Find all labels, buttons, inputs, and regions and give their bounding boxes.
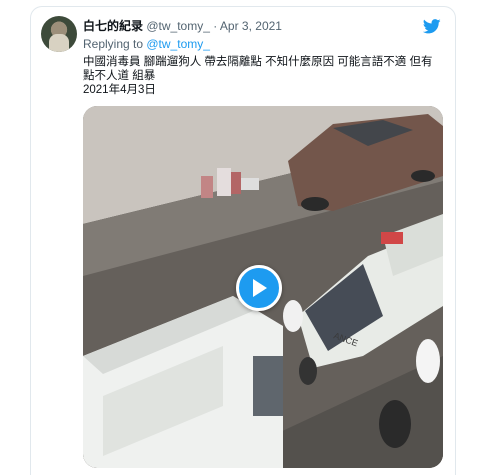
display-name[interactable]: 白七的紀录 [83,19,143,33]
reply-prefix: Replying to [83,37,147,51]
play-button[interactable] [236,265,282,311]
play-icon [253,279,267,297]
reply-context: Replying to @tw_tomy_ [83,37,210,51]
tweet-header: 白七的紀录 @tw_tomy_ · Apr 3, 2021 [83,19,282,34]
tweet-text-line: 2021年4月3日 [83,84,156,96]
avatar[interactable] [41,16,77,52]
tweet-text: 中國消毒員 腳踹遛狗人 帶去隔離點 不知什麼原因 可能言語不適 但有 點不人道 … [83,55,443,97]
reply-handle-link[interactable]: @tw_tomy_ [146,37,210,51]
separator-dot: · [213,19,218,33]
tweet-text-line: 點不人道 組暴 [83,70,156,82]
tweet-card[interactable]: 白七的紀录 @tw_tomy_ · Apr 3, 2021 Replying t… [30,6,456,475]
handle[interactable]: @tw_tomy_ [146,19,210,33]
twitter-bird-icon[interactable] [423,19,441,34]
video-player[interactable]: ANCE [83,106,443,468]
tweet-text-line: 中國消毒員 腳踹遛狗人 帶去隔離點 不知什麼原因 可能言語不適 但有 [83,56,433,68]
tweet-date[interactable]: Apr 3, 2021 [220,19,282,33]
